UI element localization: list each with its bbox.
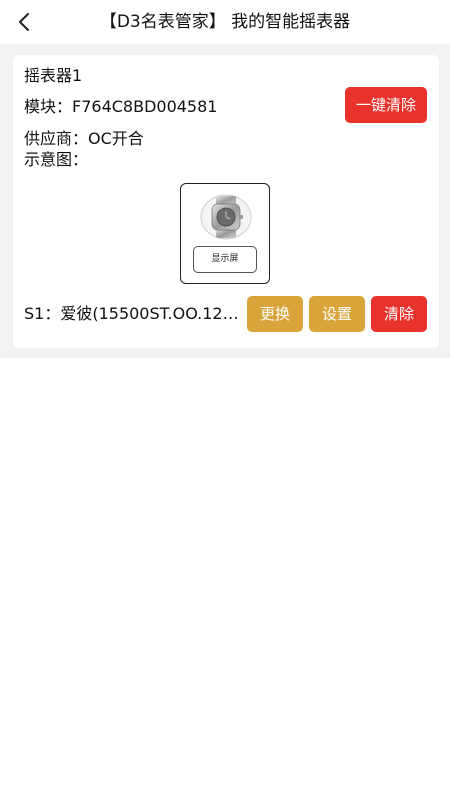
page-title: 【D3名表管家】 我的智能摇表器: [99, 12, 351, 32]
watch-thumbnail[interactable]: 显示屏: [180, 183, 270, 284]
replace-button[interactable]: 更换: [247, 296, 303, 332]
diagram-label: 示意图：: [24, 150, 89, 169]
supplier-text: 供应商：OC开合: [24, 129, 144, 148]
clear-all-button[interactable]: 一键清除: [345, 87, 427, 123]
slot-watch-name: S1：爱彼(15500ST.OO.1220ST.01): [24, 304, 242, 323]
header-bar: 【D3名表管家】 我的智能摇表器: [0, 0, 450, 44]
clear-button[interactable]: 清除: [371, 296, 427, 332]
module-id: 模块：F764C8BD004581: [24, 97, 218, 116]
settings-button[interactable]: 设置: [309, 296, 365, 332]
device-name: 摇表器1: [24, 66, 83, 85]
device-card: 摇表器1 模块：F764C8BD004581 一键清除 供应商：OC开合 示意图…: [13, 55, 439, 348]
display-screen-button[interactable]: 显示屏: [193, 246, 257, 273]
watch-image: [200, 194, 252, 240]
